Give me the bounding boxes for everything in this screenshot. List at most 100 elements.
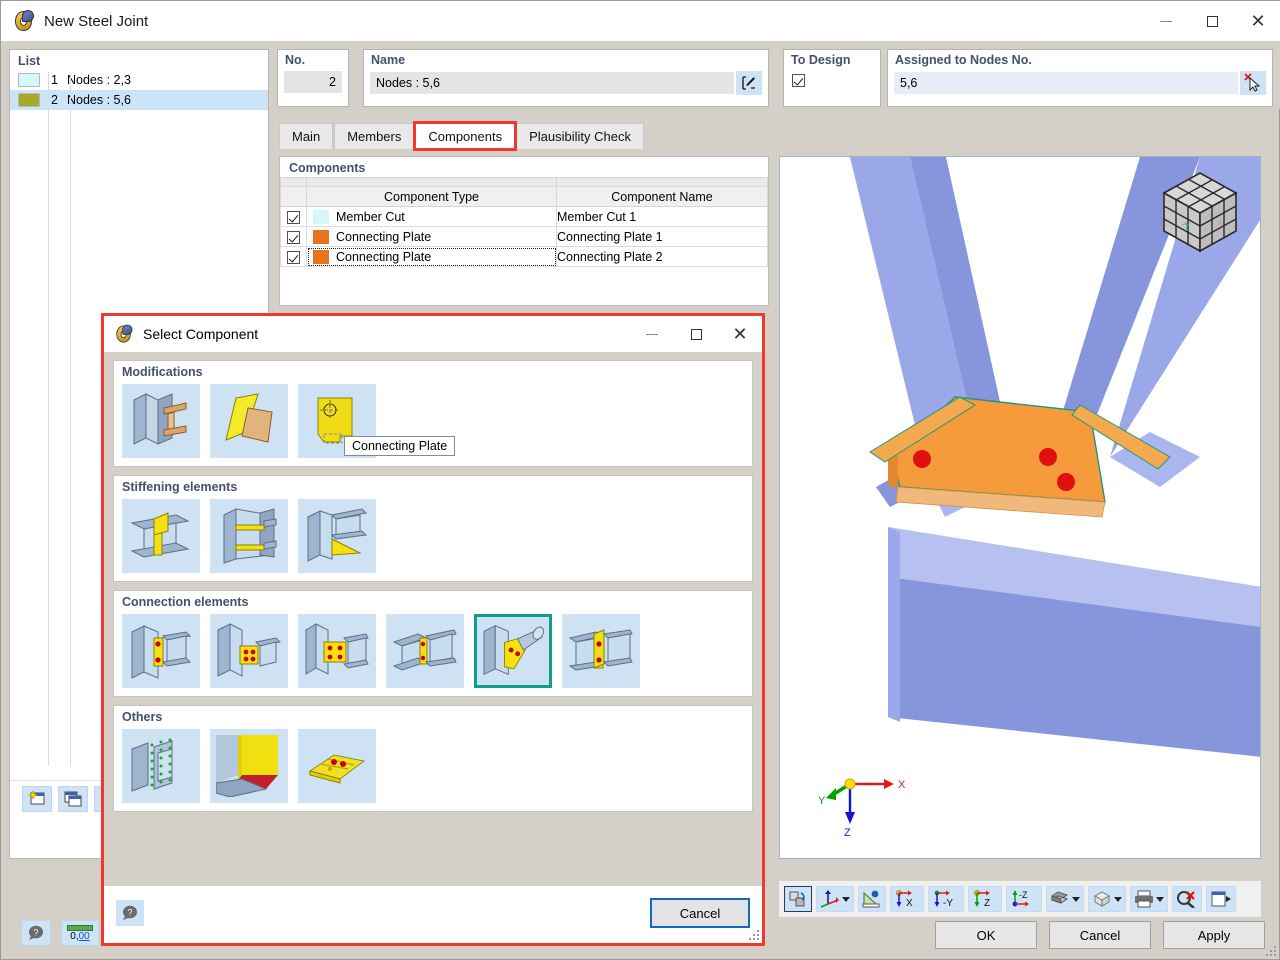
bolt <box>913 450 931 468</box>
end-plate-icon[interactable] <box>122 614 200 688</box>
select-component-dialog: Select Component ✕ Modifications Stiffen… <box>101 313 765 946</box>
list-item-color-swatch <box>18 93 40 107</box>
svg-text:-Z: -Z <box>1019 890 1028 900</box>
angle-cleat-icon[interactable] <box>562 614 640 688</box>
dialog-footer-buttons: OK Cancel Apply <box>935 921 1265 949</box>
group-label: Stiffening elements <box>122 480 238 494</box>
contact-icon[interactable] <box>210 729 288 803</box>
dialog-title: Select Component <box>143 326 259 342</box>
row-component-name[interactable]: Connecting Plate 1 <box>556 226 768 247</box>
view-in-negative-z-button[interactable]: -Z <box>1006 886 1042 912</box>
components-table: Component Type Component Name Member Cut… <box>280 177 768 267</box>
tab-members[interactable]: Members <box>334 123 415 149</box>
row-checkbox[interactable] <box>280 246 307 267</box>
chevron-down-icon[interactable] <box>1072 896 1080 902</box>
select-cursor-icon[interactable] <box>1240 71 1266 95</box>
column-header-component-type[interactable]: Component Type <box>306 186 557 207</box>
measure-button[interactable] <box>858 886 886 912</box>
plate-cut-icon[interactable] <box>210 384 288 458</box>
flange-stiffener-icon[interactable] <box>210 499 288 573</box>
window-title: New Steel Joint <box>44 12 149 30</box>
view-in-z-button[interactable]: Z <box>968 886 1002 912</box>
units-button[interactable]: 0,00 <box>61 920 99 946</box>
number-label: No. <box>285 53 306 67</box>
dialog-cancel-button[interactable]: Cancel <box>650 898 750 928</box>
base-plate-icon[interactable] <box>298 729 376 803</box>
group-stiffening-elements: Stiffening elements <box>113 475 753 582</box>
title-bar: New Steel Joint ✕ <box>1 1 1280 41</box>
view-in-negative-y-button[interactable]: -Y <box>928 886 964 912</box>
member-cut-icon[interactable] <box>122 384 200 458</box>
ok-button[interactable]: OK <box>935 921 1037 949</box>
row-component-type[interactable]: Member Cut <box>306 206 557 227</box>
group-label: Connection elements <box>122 595 249 609</box>
row-checkbox[interactable] <box>280 226 307 247</box>
steel-joint-icon <box>115 324 134 344</box>
panel-toggle-button[interactable] <box>1206 886 1236 912</box>
svg-text:X: X <box>906 898 913 908</box>
tab-plausibility-check[interactable]: Plausibility Check <box>516 123 644 149</box>
column-header-check[interactable] <box>280 186 307 207</box>
apply-button[interactable]: Apply <box>1163 921 1265 949</box>
row-component-name[interactable]: Connecting Plate 2 <box>556 246 768 267</box>
bolt <box>1057 473 1075 491</box>
to-design-checkbox[interactable] <box>792 74 805 88</box>
new-joint-button[interactable] <box>22 785 52 812</box>
model-3d-viewport[interactable]: -y x X Y Z <box>779 156 1261 859</box>
chevron-down-icon[interactable] <box>1114 896 1122 902</box>
chevron-down-icon[interactable] <box>1156 896 1164 902</box>
maximize-button[interactable] <box>1189 1 1235 41</box>
resize-grip[interactable] <box>1264 944 1276 956</box>
dialog-maximize-button[interactable] <box>674 316 718 352</box>
list-item-number: 1 <box>51 73 58 87</box>
dialog-close-button[interactable]: ✕ <box>718 316 762 352</box>
haunch-stiffener-icon[interactable] <box>298 499 376 573</box>
dialog-minimize-button[interactable] <box>630 316 674 352</box>
minimize-button[interactable] <box>1143 1 1189 41</box>
table-row[interactable]: Connecting Plate Connecting Plate 1 <box>280 226 768 247</box>
component-color-swatch <box>313 229 329 244</box>
view-in-x-button[interactable]: X <box>890 886 924 912</box>
edit-pencil-icon[interactable] <box>736 71 762 95</box>
connecting-plate-icon[interactable] <box>474 614 552 688</box>
assigned-nodes-value[interactable]: 5,6 <box>894 72 1238 94</box>
copy-joint-button[interactable] <box>58 785 88 812</box>
zoom-reset-button[interactable] <box>1172 886 1202 912</box>
table-row[interactable]: Connecting Plate Connecting Plate 2 <box>280 246 768 267</box>
table-row[interactable]: Member Cut Member Cut 1 <box>280 206 768 227</box>
component-type-label: Connecting Plate <box>336 229 432 244</box>
print-button[interactable] <box>1130 886 1168 912</box>
row-component-type[interactable]: Connecting Plate <box>306 246 557 267</box>
web-splice-icon[interactable] <box>386 614 464 688</box>
bolt <box>1039 448 1057 466</box>
number-value[interactable]: 2 <box>284 71 342 93</box>
coordinate-system-button[interactable] <box>816 886 854 912</box>
wireframe-button[interactable] <box>1088 886 1126 912</box>
row-component-name[interactable]: Member Cut 1 <box>556 206 768 227</box>
welds-icon[interactable] <box>122 729 200 803</box>
render-mode-button[interactable] <box>1046 886 1084 912</box>
chevron-down-icon[interactable] <box>842 896 850 902</box>
svg-text:Z: Z <box>844 827 851 836</box>
column-header-component-name[interactable]: Component Name <box>556 186 768 207</box>
navigation-cube[interactable]: -y x <box>1156 165 1244 257</box>
new-steel-joint-window: New Steel Joint ✕ No. 2 Name Nodes : 5,6 <box>0 0 1280 960</box>
list-item-color-swatch <box>18 73 40 87</box>
bolted-plate-icon[interactable] <box>298 614 376 688</box>
row-component-type[interactable]: Connecting Plate <box>306 226 557 247</box>
row-checkbox[interactable] <box>280 206 307 227</box>
close-button[interactable]: ✕ <box>1235 1 1280 41</box>
component-color-swatch <box>313 249 329 264</box>
web-stiffener-icon[interactable] <box>122 499 200 573</box>
name-value[interactable]: Nodes : 5,6 <box>370 72 734 94</box>
fin-plate-icon[interactable] <box>210 614 288 688</box>
tab-components[interactable]: Components <box>413 121 518 151</box>
help-icon[interactable]: ? <box>116 900 144 926</box>
svg-text:?: ? <box>127 908 132 918</box>
cancel-button[interactable]: Cancel <box>1049 921 1151 949</box>
tab-main[interactable]: Main <box>279 123 334 149</box>
help-button[interactable]: ? <box>21 920 51 946</box>
group-connection-elements: Connection elements <box>113 590 753 697</box>
dialog-resize-grip[interactable] <box>747 928 759 940</box>
rotate-view-button[interactable] <box>784 886 812 912</box>
